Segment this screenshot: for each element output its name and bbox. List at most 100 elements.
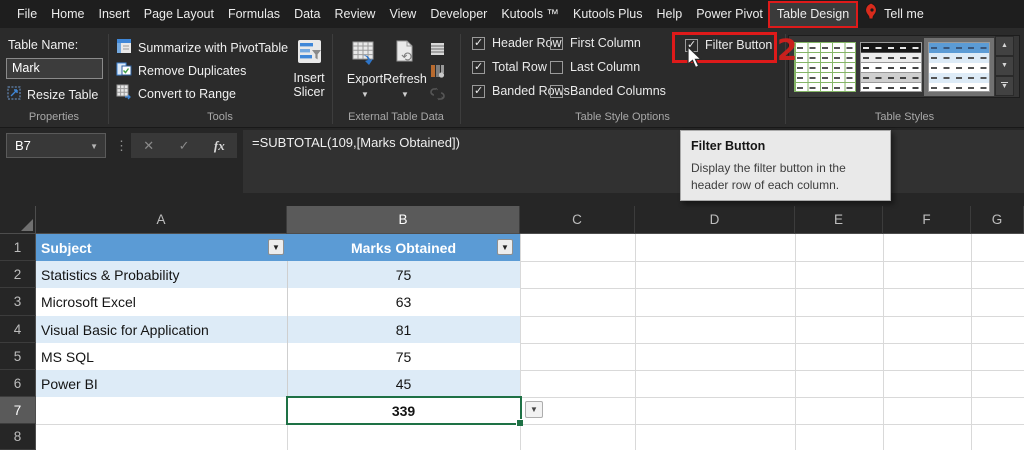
checkbox-box[interactable] [550,36,563,50]
row-header-4[interactable]: 4 [0,316,36,343]
style-preview-row [861,83,921,91]
total-row-function-dropdown[interactable]: ▼ [525,401,543,418]
gridline [36,424,1024,425]
checkbox-box[interactable] [550,60,563,74]
name-box-caret-icon[interactable]: ▼ [90,134,98,159]
ribbon-tab-kutools[interactable]: Kutools ™ [494,3,566,26]
table-style-dark-header[interactable] [860,42,922,92]
filter-dropdown-subject[interactable]: ▼ [268,239,284,255]
cell-a7-total-row[interactable] [36,397,287,424]
style-preview-row [795,83,855,91]
checkbox-box[interactable] [550,84,563,98]
styles-more-button[interactable]: ▼ [995,76,1014,96]
ribbon-tab-formulas[interactable]: Formulas [221,3,287,26]
name-box[interactable]: B7 ▼ [6,133,106,158]
row-header-5[interactable]: 5 [0,343,36,370]
cell-a3-subject[interactable]: Microsoft Excel [36,288,287,316]
row-header-2[interactable]: 2 [0,261,36,288]
excel-window: File Home Insert Page Layout Formulas Data Rev… [0,0,1024,450]
open-in-browser-button[interactable] [428,62,446,80]
tooltip-title: Filter Button [691,139,766,153]
column-header-c[interactable]: C [520,206,635,234]
gridline [520,234,521,450]
checkbox-box[interactable] [472,36,485,50]
ribbon-tab-kutools-plus[interactable]: Kutools Plus [566,3,649,26]
resize-table-button[interactable]: Resize Table [7,86,98,103]
insert-function-button[interactable]: fx [214,138,225,154]
ribbon-tab-power-pivot[interactable]: Power Pivot [689,3,770,26]
select-all-corner[interactable] [0,206,36,234]
checkbox-header-row[interactable]: Header Row [472,36,561,50]
export-dropdown-caret: ▼ [361,90,369,99]
column-header-e[interactable]: E [795,206,883,234]
cell-a6-subject[interactable]: Power BI [36,370,287,397]
cell-b7-total[interactable]: 339 [287,397,520,424]
cell-a1-header[interactable]: Subject [36,234,287,261]
table-properties-button[interactable] [428,40,446,58]
tools-button-remove-duplicates[interactable]: Remove Duplicates [116,61,246,80]
gridline [635,234,636,450]
tools-button-summarize-with-pivottable[interactable]: Summarize with PivotTable [116,38,288,57]
cell-b3-marks[interactable]: 63 [287,288,520,316]
ribbon-tab-file[interactable]: File [10,3,44,26]
column-header-f[interactable]: F [883,206,971,234]
column-header-b[interactable]: B [287,206,520,234]
table-style-light-blue[interactable] [928,42,990,92]
tools-button-convert-to-range[interactable]: Convert to Range [116,84,236,103]
tell-me-button[interactable]: Tell me [856,2,931,26]
checkbox-filter-button[interactable]: Filter Button [685,38,772,52]
checkbox-first-column[interactable]: First Column [550,36,641,50]
ribbon-tab-insert[interactable]: Insert [92,3,137,26]
group-label: Table Style Options [575,111,670,123]
checkbox-last-column[interactable]: Last Column [550,60,640,74]
fill-handle[interactable] [516,419,523,426]
row-header-3[interactable]: 3 [0,288,36,316]
row-header-7[interactable]: 7 [0,397,36,424]
formula-bar-grip: ⋮ [115,138,128,153]
column-header-a[interactable]: A [36,206,287,234]
ribbon-tab-developer[interactable]: Developer [423,3,494,26]
table-style-light-green[interactable] [794,42,856,92]
cell-a2-subject[interactable]: Statistics & Probability [36,261,287,288]
pivottable-icon [116,38,132,57]
ribbon-tab-view[interactable]: View [382,3,423,26]
checkbox-total-row[interactable]: Total Row [472,60,547,74]
filter-dropdown-marks[interactable]: ▼ [497,239,513,255]
cancel-button[interactable]: ✕ [143,138,154,154]
refresh-button[interactable]: ⟲ Refresh ▼ [378,40,432,100]
enter-button[interactable]: ✓ [179,138,190,154]
styles-scroll-down-button[interactable]: ▼ [995,56,1014,76]
tell-me-label: Tell me [884,6,924,21]
cell-a5-subject[interactable]: MS SQL [36,343,287,370]
style-preview-row [795,73,855,83]
ribbon-tab-data[interactable]: Data [287,3,327,26]
style-preview-row [929,73,989,83]
row-header-8[interactable]: 8 [0,424,36,450]
table-styles-gallery: ▲ ▼ ▼ [788,35,1020,98]
column-header-d[interactable]: D [635,206,795,234]
column-header-g[interactable]: G [971,206,1024,234]
ribbon-tab-help[interactable]: Help [649,3,689,26]
cell-b2-marks[interactable]: 75 [287,261,520,288]
cell-a4-subject[interactable]: Visual Basic for Application [36,316,287,343]
cell-b4-marks[interactable]: 81 [287,316,520,343]
ribbon-tab-home[interactable]: Home [44,3,91,26]
checkbox-banded-columns[interactable]: Banded Columns [550,84,666,98]
ribbon-tab-table-design[interactable]: Table Design [767,0,859,28]
checkbox-box[interactable] [685,38,698,52]
cell-b6-marks[interactable]: 45 [287,370,520,397]
ribbon-tab-page-layout[interactable]: Page Layout [137,3,221,26]
checkbox-box[interactable] [472,84,485,98]
formula-input[interactable]: =SUBTOTAL(109,[Marks Obtained]) [243,130,1024,193]
cell-b1-header[interactable]: Marks Obtained [287,234,520,261]
cell-b5-marks[interactable]: 75 [287,343,520,370]
unlink-button[interactable] [428,85,446,103]
style-preview-row [795,53,855,63]
checkbox-box[interactable] [472,60,485,74]
ribbon-tab-review[interactable]: Review [327,3,382,26]
table-name-input[interactable]: Mark [6,58,103,79]
styles-scroll-up-button[interactable]: ▲ [995,36,1014,56]
remove-duplicates-icon [116,61,132,80]
row-header-1[interactable]: 1 [0,234,36,261]
row-header-6[interactable]: 6 [0,370,36,397]
